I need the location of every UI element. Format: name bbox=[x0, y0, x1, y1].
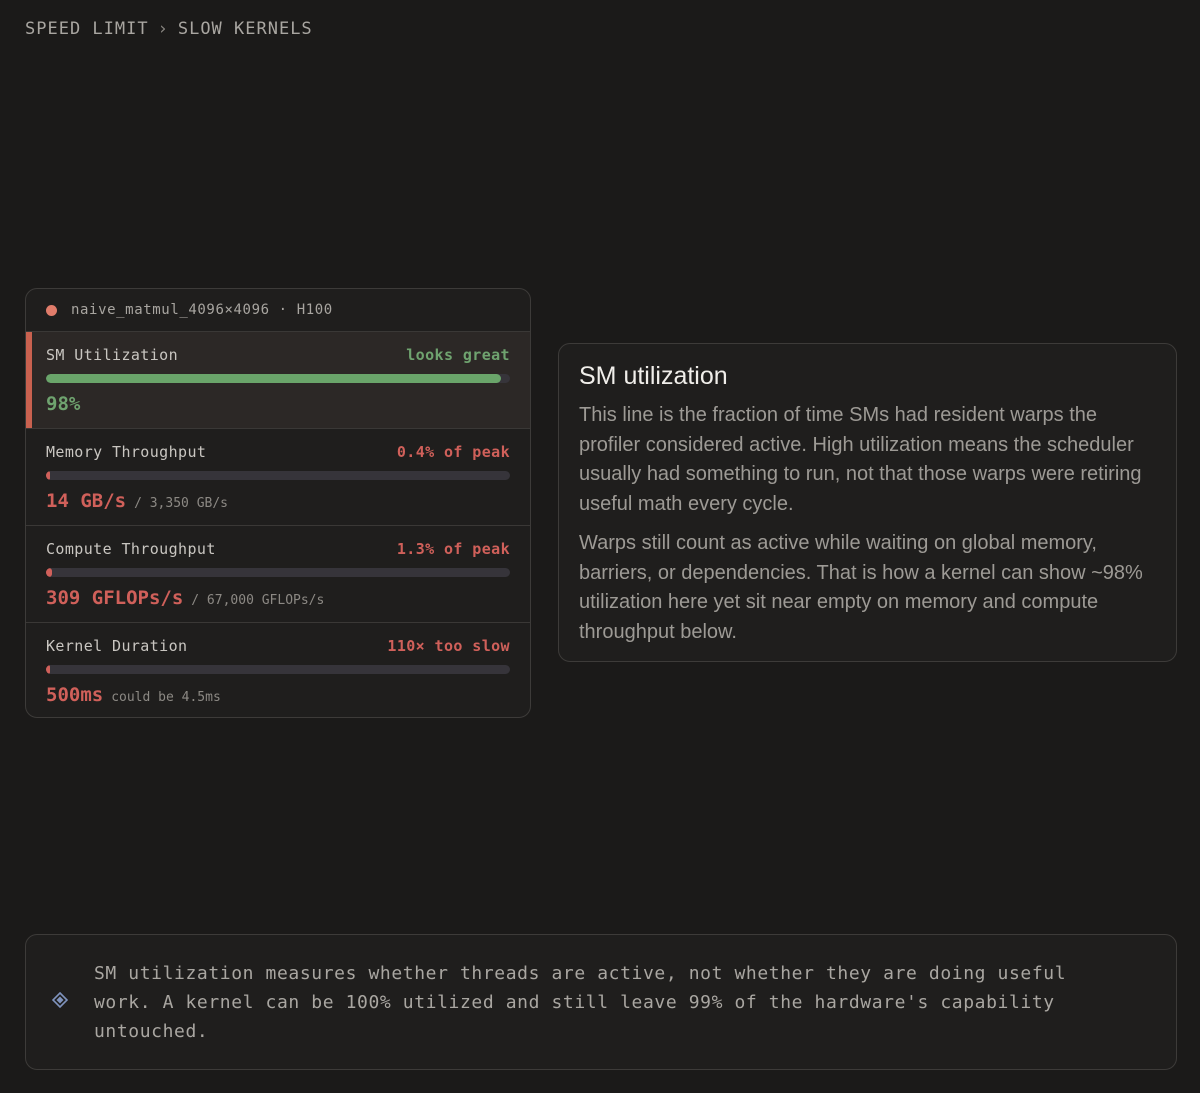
metric-sm-utilization[interactable]: SM Utilization looks great 98% bbox=[26, 332, 530, 429]
metric-value: 14 GB/s bbox=[46, 490, 127, 512]
metric-compute-throughput[interactable]: Compute Throughput 1.3% of peak 309 GFLO… bbox=[26, 526, 530, 623]
breadcrumb-separator: › bbox=[157, 19, 169, 39]
metric-bar bbox=[46, 374, 510, 383]
metric-subvalue: could be 4.5ms bbox=[111, 690, 221, 705]
breadcrumb-current: SLOW KERNELS bbox=[177, 19, 313, 39]
diamond-icon bbox=[26, 991, 94, 1014]
metric-memory-throughput[interactable]: Memory Throughput 0.4% of peak 14 GB/s /… bbox=[26, 429, 530, 526]
status-dot-icon bbox=[46, 304, 57, 316]
card-header: naive_matmul_4096×4096 · H100 bbox=[26, 289, 530, 332]
metric-bar bbox=[46, 471, 510, 480]
metric-bar-fill bbox=[46, 665, 51, 674]
metric-bar bbox=[46, 665, 510, 674]
metric-label: Kernel Duration bbox=[46, 637, 188, 655]
metric-status: 0.4% of peak bbox=[396, 443, 510, 461]
metric-subvalue: / 3,350 GB/s bbox=[134, 496, 228, 511]
metric-status: 1.3% of peak bbox=[396, 540, 510, 558]
panel-title: SM utilization bbox=[579, 362, 728, 390]
explanation-panel: SM utilization This line is the fraction… bbox=[558, 343, 1177, 662]
metric-label: Compute Throughput bbox=[46, 540, 216, 558]
breadcrumb: SPEED LIMIT › SLOW KERNELS bbox=[25, 19, 313, 39]
metric-value: 309 GFLOPs/s bbox=[46, 587, 184, 609]
metric-label: SM Utilization bbox=[46, 346, 179, 364]
metric-bar-fill bbox=[46, 471, 51, 480]
metric-status: looks great bbox=[406, 346, 510, 364]
metric-bar-fill bbox=[46, 568, 53, 577]
metric-value: 98% bbox=[46, 393, 81, 415]
callout-note: SM utilization measures whether threads … bbox=[25, 934, 1177, 1070]
kernel-title: naive_matmul_4096×4096 · H100 bbox=[71, 302, 333, 318]
kernel-profile-card: naive_matmul_4096×4096 · H100 SM Utiliza… bbox=[25, 288, 531, 718]
note-text: SM utilization measures whether threads … bbox=[94, 962, 1067, 1042]
metric-value: 500ms bbox=[46, 684, 104, 706]
metric-kernel-duration[interactable]: Kernel Duration 110× too slow 500ms coul… bbox=[26, 623, 530, 717]
metric-label: Memory Throughput bbox=[46, 443, 207, 461]
metric-bar bbox=[46, 568, 510, 577]
panel-paragraph: This line is the fraction of time SMs ha… bbox=[579, 404, 1142, 515]
metric-bar-fill bbox=[46, 374, 501, 383]
breadcrumb-root[interactable]: SPEED LIMIT bbox=[25, 19, 149, 39]
metric-subvalue: / 67,000 GFLOPs/s bbox=[191, 593, 325, 608]
panel-paragraph: Warps still count as active while waitin… bbox=[579, 532, 1143, 643]
metric-status: 110× too slow bbox=[387, 637, 510, 655]
